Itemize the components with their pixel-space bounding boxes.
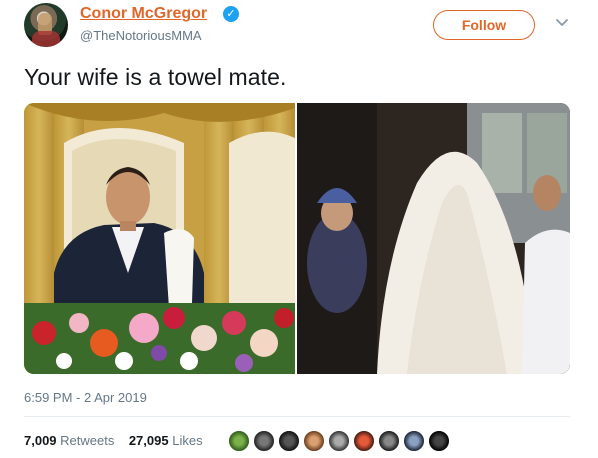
photo-veiled-bride-image xyxy=(297,103,570,374)
tweet-card: Conor McGregor ✓ @TheNotoriousMMA Follow… xyxy=(0,0,598,458)
liker-avatar[interactable] xyxy=(253,430,275,452)
liker-avatar[interactable] xyxy=(328,430,350,452)
liker-avatar[interactable] xyxy=(278,430,300,452)
liker-avatar[interactable] xyxy=(353,430,375,452)
author-avatar[interactable] xyxy=(24,3,68,47)
liker-avatar[interactable] xyxy=(428,430,450,452)
tweet-media[interactable] xyxy=(24,103,570,374)
follow-button[interactable]: Follow xyxy=(433,10,535,40)
likes-stat[interactable]: 27,095 Likes xyxy=(129,433,203,448)
tweet-timestamp[interactable]: 6:59 PM - 2 Apr 2019 xyxy=(24,390,147,405)
photo-groom[interactable] xyxy=(24,103,295,374)
retweets-count: 7,009 xyxy=(24,433,57,448)
retweets-stat[interactable]: 7,009 Retweets xyxy=(24,433,114,448)
retweets-label: Retweets xyxy=(60,433,115,448)
author-handle[interactable]: @TheNotoriousMMA xyxy=(80,28,202,43)
liker-avatar[interactable] xyxy=(403,430,425,452)
photo-veiled-bride[interactable] xyxy=(297,103,570,374)
verified-badge-icon: ✓ xyxy=(223,6,239,22)
avatar-figure-shirt xyxy=(32,31,60,47)
liker-avatar[interactable] xyxy=(303,430,325,452)
liker-avatar[interactable] xyxy=(228,430,250,452)
tweet-text: Your wife is a towel mate. xyxy=(24,64,287,90)
likes-count: 27,095 xyxy=(128,433,169,448)
liker-avatar[interactable] xyxy=(378,430,400,452)
likes-label: Likes xyxy=(172,433,203,448)
divider xyxy=(24,416,570,417)
chevron-down-icon[interactable] xyxy=(555,16,569,30)
tweet-stats: 7,009 Retweets 27,095 Likes xyxy=(24,433,203,448)
photo-groom-image xyxy=(24,103,295,374)
author-name[interactable]: Conor McGregor xyxy=(80,5,207,23)
